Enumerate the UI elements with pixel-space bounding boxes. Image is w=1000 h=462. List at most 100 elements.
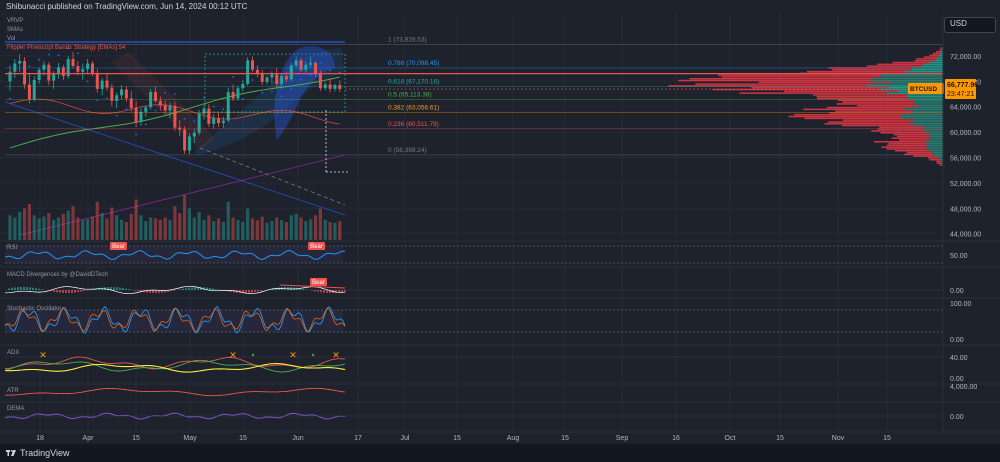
- volume-profile-bar-sell: [891, 137, 929, 139]
- candle-body: [163, 105, 167, 111]
- candle-body: [280, 76, 284, 84]
- candle-body: [212, 118, 216, 124]
- volume-bar: [105, 218, 109, 240]
- time-axis-label: Aug: [507, 435, 520, 442]
- volume-bar: [134, 199, 138, 240]
- sar-dot: [183, 117, 186, 120]
- time-axis-label: 15: [453, 435, 461, 442]
- candle-body: [139, 111, 143, 122]
- stoch-axis-label-top: 100.00: [950, 301, 972, 308]
- candle-body: [134, 107, 138, 122]
- time-axis-label: Oct: [725, 435, 736, 442]
- volume-profile-bar-buy: [927, 144, 943, 147]
- time-axis-label: Sep: [616, 435, 629, 442]
- publisher-text: Shibunacci published on TradingView.com,…: [6, 2, 248, 11]
- candle-body: [81, 69, 85, 72]
- volume-profile-bar-buy: [932, 151, 943, 154]
- candle-body: [168, 106, 172, 111]
- indicator-legend: Vol: [7, 36, 15, 42]
- volume-bar: [22, 208, 27, 240]
- macd-bar: [173, 290, 175, 291]
- macd-bar: [35, 288, 37, 290]
- sar-dot: [47, 53, 50, 56]
- macd-bar: [65, 290, 67, 293]
- candle-body: [110, 87, 114, 101]
- macd-bar: [59, 290, 61, 293]
- macd-bar: [323, 290, 325, 293]
- volume-profile-bar-buy: [930, 135, 943, 138]
- macd-bar: [182, 288, 184, 290]
- volume-profile-bar-sell: [877, 63, 925, 66]
- footer-brand: TradingView: [20, 448, 70, 458]
- volume-profile-bar-sell: [678, 79, 869, 82]
- volume-profile-bar-buy: [901, 114, 943, 116]
- indicator-legend: SMAs: [7, 27, 23, 33]
- volume-bar: [192, 217, 196, 240]
- indicator-legend: DEMA: [7, 406, 24, 412]
- sar-dot: [329, 69, 331, 72]
- volume-profile-bar-buy: [907, 97, 943, 100]
- candle-body: [197, 113, 201, 133]
- volume-profile-bar-buy: [880, 74, 943, 76]
- volume-profile-bar-sell: [914, 60, 936, 62]
- symbol-tag-text: BTCUSD: [910, 86, 937, 93]
- volume-profile-bar-sell: [879, 126, 926, 129]
- footer-bar: TradingView: [0, 444, 1000, 462]
- indicator-legend: Flipper Pinescript Bands Strategy [EMAs]…: [7, 45, 126, 51]
- dema-axis-label: 0.00: [950, 414, 964, 421]
- macd-bar: [257, 290, 259, 292]
- stoch-band: [5, 310, 343, 332]
- candle-body: [18, 60, 22, 64]
- time-axis-label: Jun: [292, 435, 303, 442]
- volume-profile-bar-sell: [906, 151, 933, 154]
- adx-axis-label-bottom: 0.00: [950, 376, 964, 383]
- volume-bar: [328, 222, 332, 240]
- bear-badge-label: Bear: [310, 244, 323, 250]
- macd-bar: [254, 290, 256, 292]
- price-axis-label: 64,000.00: [950, 105, 981, 112]
- volume-profile-bar-buy: [909, 123, 943, 125]
- macd-bar: [326, 290, 328, 293]
- stoch-axis-label-bottom: 0.00: [950, 337, 964, 344]
- indicator-legend: ATR: [7, 388, 19, 394]
- volume-bar: [8, 215, 12, 240]
- volume-profile-bar-sell: [816, 96, 908, 98]
- volume-bar: [231, 217, 235, 240]
- fib-level-label: 0 (56,398.24): [388, 147, 427, 154]
- sar-dot: [222, 108, 225, 111]
- candle-body: [265, 77, 269, 82]
- candle-body: [100, 80, 104, 89]
- volume-profile-bar-sell: [828, 121, 911, 123]
- volume-profile-bar-buy: [938, 157, 943, 159]
- macd-bar: [83, 290, 85, 292]
- volume-profile-bar-sell: [751, 87, 890, 89]
- candle-body: [173, 106, 177, 128]
- macd-bar: [212, 288, 214, 290]
- volume-profile-bar-buy: [918, 105, 943, 107]
- indicator-legend: RSI: [7, 245, 17, 251]
- sar-dot: [300, 78, 302, 81]
- macd-bar: [302, 288, 304, 290]
- macd-bar: [248, 290, 250, 293]
- candle-body: [158, 100, 162, 106]
- macd-bar: [260, 290, 262, 291]
- sar-dot: [9, 97, 11, 100]
- volume-profile-bar-buy: [899, 115, 943, 118]
- sar-dot: [290, 87, 293, 90]
- time-axis-label: Nov: [832, 435, 845, 442]
- volume-bar: [129, 213, 133, 240]
- macd-bar: [80, 290, 82, 292]
- candle-body: [284, 76, 288, 80]
- currency-button[interactable]: USD: [944, 17, 996, 33]
- volume-profile-bar-sell: [739, 92, 887, 94]
- indicator-legend: ADX: [7, 350, 19, 356]
- sar-dot: [125, 108, 128, 111]
- sar-dot: [86, 80, 89, 83]
- volume-bar: [226, 201, 230, 240]
- volume-profile-bar-sell: [784, 90, 899, 93]
- tradingview-logo-icon: [6, 450, 16, 456]
- macd-bar: [20, 287, 22, 290]
- volume-profile-bar-sell: [871, 130, 923, 132]
- chart-canvas[interactable]: 1 (73,828.53) 0.786 (70,098.45) 0.618 (67,…: [0, 0, 1000, 462]
- volume-bar: [216, 218, 221, 240]
